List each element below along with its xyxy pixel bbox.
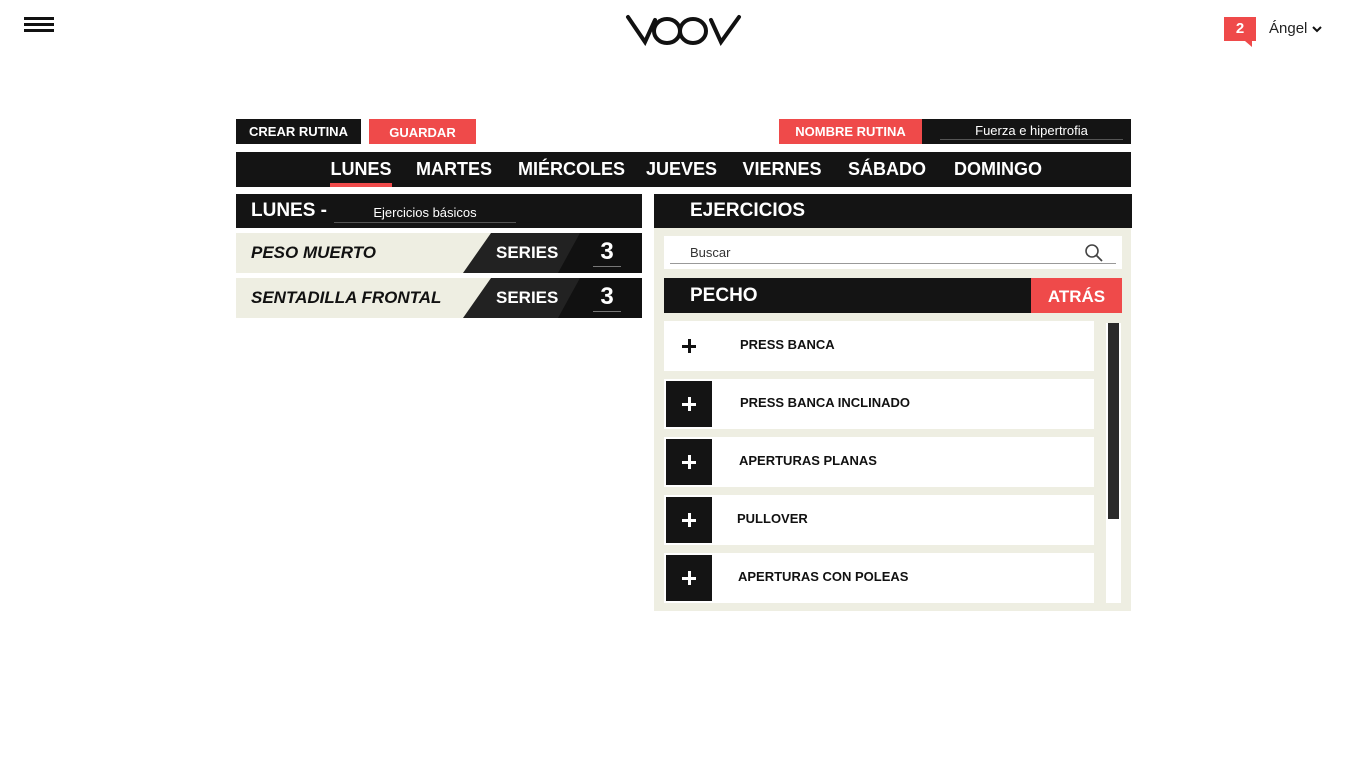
add-icon[interactable]: [666, 439, 712, 485]
tab-martes[interactable]: MARTES: [414, 152, 494, 187]
routine-exercise-row[interactable]: SENTADILLA FRONTAL SERIES 3: [236, 278, 642, 318]
day-description-input[interactable]: [334, 202, 516, 223]
add-icon[interactable]: [666, 323, 712, 369]
search-input[interactable]: [670, 241, 1116, 264]
back-button[interactable]: ATRÁS: [1031, 278, 1122, 313]
tab-sabado[interactable]: SÁBADO: [848, 152, 926, 187]
notification-badge[interactable]: 2: [1224, 17, 1256, 47]
day-panel-title: LUNES -: [251, 200, 327, 221]
series-count-input[interactable]: 3: [593, 237, 621, 267]
search-box: [664, 236, 1122, 269]
category-title: PECHO: [690, 285, 758, 306]
days-tab-bar: LUNES MARTES MIÉRCOLES JUEVES VIERNES SÁ…: [236, 152, 1131, 187]
exercise-list: PRESS BANCA PRESS BANCA INCLINADO APERTU…: [664, 321, 1094, 603]
list-item: PRESS BANCA: [664, 321, 1094, 371]
tab-lunes[interactable]: LUNES: [330, 152, 392, 187]
tab-domingo[interactable]: DOMINGO: [954, 152, 1042, 187]
chevron-down-icon: [1312, 25, 1323, 32]
add-icon[interactable]: [666, 555, 712, 601]
routine-name-input[interactable]: [940, 121, 1123, 140]
routine-name-field-container: [922, 119, 1131, 144]
day-panel-header: LUNES -: [236, 194, 642, 228]
search-icon[interactable]: [1084, 243, 1104, 263]
add-icon[interactable]: [666, 497, 712, 543]
tab-viernes[interactable]: VIERNES: [742, 152, 822, 187]
tab-miercoles[interactable]: MIÉRCOLES: [518, 152, 625, 187]
list-item: APERTURAS PLANAS: [664, 437, 1094, 487]
series-count-input[interactable]: 3: [593, 282, 621, 312]
voov-logo[interactable]: [625, 12, 743, 46]
tab-jueves[interactable]: JUEVES: [646, 152, 717, 187]
user-name: Ángel: [1269, 20, 1308, 37]
exercise-name: PESO MUERTO: [251, 243, 377, 262]
category-header: PECHO: [664, 278, 1031, 313]
routine-name-label: NOMBRE RUTINA: [779, 119, 922, 144]
add-icon[interactable]: [666, 381, 712, 427]
create-routine-button[interactable]: CREAR RUTINA: [236, 119, 361, 144]
save-button[interactable]: GUARDAR: [369, 119, 476, 144]
list-item: PRESS BANCA INCLINADO: [664, 379, 1094, 429]
list-item: PULLOVER: [664, 495, 1094, 545]
routine-exercise-row[interactable]: PESO MUERTO SERIES 3: [236, 233, 642, 273]
list-item-label: PRESS BANCA INCLINADO: [740, 395, 910, 410]
menu-icon[interactable]: [24, 17, 54, 33]
list-item-label: PRESS BANCA: [740, 337, 835, 352]
exercises-panel-header: EJERCICIOS: [654, 194, 1132, 228]
series-label: SERIES: [496, 288, 559, 307]
list-item-label: APERTURAS CON POLEAS: [738, 569, 909, 584]
exercise-name: SENTADILLA FRONTAL: [251, 288, 442, 307]
user-menu[interactable]: Ángel: [1269, 20, 1323, 37]
list-item-label: APERTURAS PLANAS: [739, 453, 877, 468]
exercises-panel-title: EJERCICIOS: [690, 200, 806, 221]
series-label: SERIES: [496, 243, 559, 262]
scrollbar-thumb[interactable]: [1108, 323, 1119, 519]
list-item: APERTURAS CON POLEAS: [664, 553, 1094, 603]
list-item-label: PULLOVER: [737, 511, 808, 526]
